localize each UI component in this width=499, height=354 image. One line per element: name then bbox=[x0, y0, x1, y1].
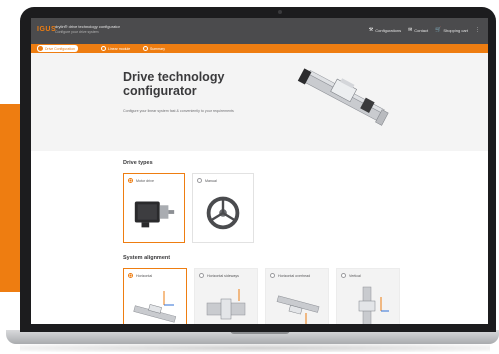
handwheel-image bbox=[206, 196, 240, 230]
card-label: Manual bbox=[205, 178, 217, 183]
radio-unselected-icon[interactable] bbox=[199, 273, 204, 278]
alignment-card-horizontal-overhead[interactable]: Horizontal overhead bbox=[265, 268, 329, 324]
configurations-link[interactable]: ⚒ Configurations bbox=[369, 27, 401, 33]
card-label: Motor drive bbox=[136, 178, 154, 183]
step-label: Summary bbox=[150, 46, 165, 51]
drive-type-card-motor[interactable]: Motor drive bbox=[123, 173, 185, 243]
card-header: Horizontal sideways bbox=[199, 273, 239, 278]
laptop-shadow bbox=[20, 344, 490, 352]
step-indicator-icon bbox=[101, 46, 106, 51]
step-indicator-icon bbox=[143, 46, 148, 51]
cart-icon: 🛒 bbox=[435, 27, 442, 33]
laptop-screen: IGUS drylin® drive technology configurat… bbox=[31, 18, 488, 324]
page-title: Drive technology configurator bbox=[123, 70, 225, 98]
card-header: Motor drive bbox=[128, 178, 154, 183]
alignment-card-horizontal-sideways[interactable]: Horizontal sideways bbox=[194, 268, 258, 324]
card-label: Horizontal sideways bbox=[207, 273, 239, 278]
mail-icon: ✉ bbox=[408, 27, 413, 33]
radio-selected-icon[interactable] bbox=[128, 273, 133, 278]
drive-types-heading: Drive types bbox=[123, 160, 153, 166]
linear-module-image bbox=[297, 68, 389, 126]
app-title: drylin® drive technology configurator bbox=[55, 24, 120, 29]
step-label: Drive Configuration bbox=[45, 46, 75, 51]
cart-label: Shopping cart bbox=[443, 27, 468, 33]
step-indicator-icon bbox=[38, 46, 43, 51]
sideways-alignment-image bbox=[206, 289, 246, 320]
card-header: Manual bbox=[197, 178, 217, 183]
step-drive-configuration[interactable]: Drive Configuration bbox=[37, 45, 78, 52]
radio-unselected-icon[interactable] bbox=[270, 273, 275, 278]
radio-unselected-icon[interactable] bbox=[197, 178, 202, 183]
configurations-label: Configurations bbox=[375, 27, 402, 33]
header-actions: ⚒ Configurations ✉ Contact 🛒 Shopping ca… bbox=[369, 27, 480, 33]
motor-image bbox=[134, 201, 175, 228]
step-label: Linear module bbox=[108, 46, 131, 51]
system-alignment-heading: System alignment bbox=[123, 255, 171, 261]
brand-logo[interactable]: IGUS bbox=[37, 26, 56, 33]
step-bar: Drive Configuration Linear module Summar… bbox=[31, 44, 488, 53]
alignment-card-vertical[interactable]: Vertical bbox=[336, 268, 400, 324]
card-label: Horizontal bbox=[136, 273, 153, 278]
step-summary[interactable]: Summary bbox=[143, 45, 165, 52]
contact-label: Contact bbox=[414, 27, 429, 33]
product-mockup: IGUS drylin® drive technology configurat… bbox=[0, 0, 499, 354]
app-subtitle: Configure your drive system bbox=[55, 30, 99, 34]
wrench-icon: ⚒ bbox=[368, 27, 374, 33]
card-header: Horizontal overhead bbox=[270, 273, 310, 278]
cart-link[interactable]: 🛒 Shopping cart bbox=[435, 27, 468, 33]
card-header: Horizontal bbox=[128, 273, 152, 278]
contact-link[interactable]: ✉ Contact bbox=[408, 27, 428, 33]
page-description: Configure your linear system fast & conv… bbox=[123, 109, 234, 113]
hero-section: Drive technology configurator Configure … bbox=[31, 53, 488, 151]
menu-button[interactable]: ⋮ bbox=[475, 27, 480, 33]
drive-type-card-manual[interactable]: Manual bbox=[192, 173, 254, 243]
overhead-alignment-image bbox=[276, 295, 320, 324]
more-icon: ⋮ bbox=[475, 27, 480, 33]
horizontal-alignment-image bbox=[133, 291, 177, 323]
card-label: Horizontal overhead bbox=[278, 273, 311, 278]
radio-unselected-icon[interactable] bbox=[341, 273, 346, 278]
vertical-alignment-image bbox=[358, 286, 389, 324]
card-label: Vertical bbox=[349, 273, 361, 278]
app-header: IGUS drylin® drive technology configurat… bbox=[31, 18, 488, 44]
camera-icon bbox=[278, 10, 282, 14]
radio-selected-icon[interactable] bbox=[128, 178, 133, 183]
card-header: Vertical bbox=[341, 273, 361, 278]
step-linear-module[interactable]: Linear module bbox=[101, 45, 130, 52]
alignment-card-horizontal[interactable]: Horizontal bbox=[123, 268, 187, 324]
